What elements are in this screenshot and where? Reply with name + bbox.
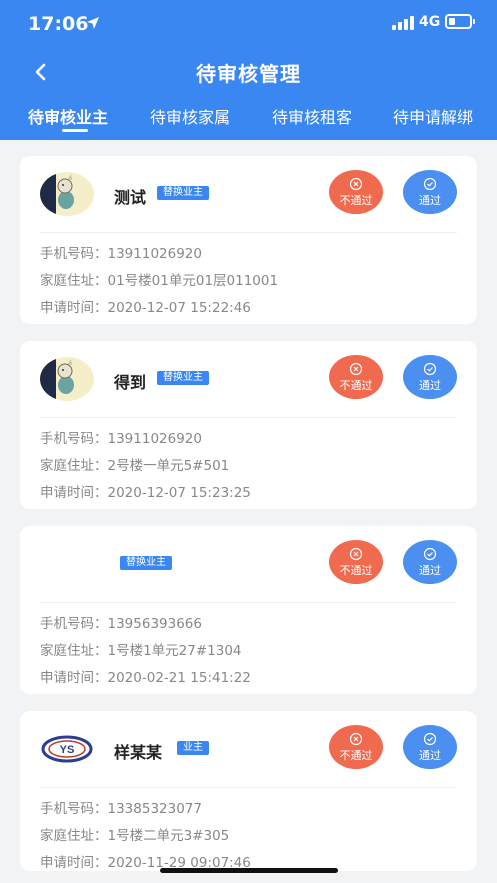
phone-value: 13385323077	[107, 801, 202, 817]
time-label: 申请时间：	[40, 300, 108, 316]
avatar	[40, 172, 94, 216]
address-row: 家庭住址：2号楼一单元5#501	[40, 454, 229, 474]
applicant-card: 得到 替换业主 不通过 通过 手机号码：13911026920 家庭住址：2号楼…	[20, 341, 477, 509]
phone-label: 手机号码：	[40, 801, 108, 817]
location-arrow-icon	[87, 17, 99, 29]
phone-label: 手机号码：	[40, 431, 108, 447]
tab-pending-family[interactable]: 待审核家属	[150, 104, 230, 128]
reject-icon	[349, 732, 363, 746]
applicant-card: YS 样某某 业主 不通过 通过 手机号码：13385323077 家庭住址：1…	[20, 711, 477, 871]
reject-button[interactable]: 不通过	[329, 170, 383, 214]
role-badge: 业主	[177, 741, 209, 755]
reject-icon	[349, 362, 363, 376]
address-row: 家庭住址：1号楼二单元3#305	[40, 824, 229, 844]
phone-value: 13911026920	[107, 246, 202, 262]
tab-pending-owners[interactable]: 待审核业主	[28, 104, 108, 128]
tab-pending-tenants[interactable]: 待审核租客	[272, 104, 352, 128]
approve-icon	[423, 362, 437, 376]
divider	[40, 787, 457, 788]
approve-icon	[423, 547, 437, 561]
approve-label: 通过	[419, 564, 441, 577]
role-badge: 替换业主	[157, 371, 209, 385]
time-row: 申请时间：2020-12-07 15:22:46	[40, 296, 251, 316]
reject-icon	[349, 177, 363, 191]
time-row: 申请时间：2020-02-21 15:41:22	[40, 666, 251, 686]
phone-label: 手机号码：	[40, 246, 108, 262]
home-indicator[interactable]	[160, 868, 338, 873]
time-value: 2020-02-21 15:41:22	[107, 670, 251, 686]
address-label: 家庭住址：	[40, 458, 108, 474]
time-label: 申请时间：	[40, 855, 108, 871]
approve-label: 通过	[419, 194, 441, 207]
address-label: 家庭住址：	[40, 828, 108, 844]
divider	[40, 417, 457, 418]
applicant-card: 测试 替换业主 不通过 通过 手机号码：13911026920 家庭住址：01号…	[20, 156, 477, 324]
address-row: 家庭住址：01号楼01单元01层011001	[40, 269, 278, 289]
role-badge: 替换业主	[120, 556, 172, 570]
app-header: 17:06 4G 待审核管理 待审核业主 待审核家属 待审核租客 待申请解绑	[0, 0, 497, 140]
phone-label: 手机号码：	[40, 616, 108, 632]
divider	[40, 232, 457, 233]
applicant-name: 样某某	[114, 743, 163, 762]
approve-button[interactable]: 通过	[403, 355, 457, 399]
time-label: 申请时间：	[40, 670, 108, 686]
signal-icon	[392, 16, 414, 30]
applicant-name: 测试	[114, 188, 147, 207]
address-label: 家庭住址：	[40, 273, 108, 289]
address-row: 家庭住址：1号楼1单元27#1304	[40, 639, 242, 659]
reject-button[interactable]: 不通过	[329, 355, 383, 399]
applicant-card: 替换业主 不通过 通过 手机号码：13956393666 家庭住址：1号楼1单元…	[20, 526, 477, 694]
role-badge: 替换业主	[157, 186, 209, 200]
time-label: 申请时间：	[40, 485, 108, 501]
divider	[40, 602, 457, 603]
network-type: 4G	[419, 14, 441, 30]
tab-bar: 待审核业主 待审核家属 待审核租客 待申请解绑	[0, 104, 497, 138]
approve-icon	[423, 177, 437, 191]
approve-label: 通过	[419, 379, 441, 392]
phone-row: 手机号码：13956393666	[40, 612, 202, 632]
approve-button[interactable]: 通过	[403, 170, 457, 214]
address-value: 2号楼一单元5#501	[107, 458, 230, 474]
status-bar: 17:06 4G	[0, 0, 497, 48]
phone-row: 手机号码：13385323077	[40, 797, 202, 817]
time-value: 2020-12-07 15:22:46	[107, 300, 251, 316]
battery-icon	[445, 14, 475, 29]
page-title: 待审核管理	[196, 62, 301, 86]
reject-button[interactable]: 不通过	[329, 540, 383, 584]
reject-label: 不通过	[339, 749, 373, 762]
approve-button[interactable]: 通过	[403, 725, 457, 769]
phone-row: 手机号码：13911026920	[40, 427, 202, 447]
approve-icon	[423, 732, 437, 746]
reject-label: 不通过	[339, 194, 373, 207]
reject-icon	[349, 547, 363, 561]
avatar	[40, 357, 94, 401]
address-value: 1号楼二单元3#305	[107, 828, 230, 844]
address-value: 01号楼01单元01层011001	[107, 273, 279, 289]
time-value: 2020-12-07 15:23:25	[107, 485, 251, 501]
reject-label: 不通过	[339, 379, 373, 392]
ys-logo-avatar: YS	[41, 735, 93, 763]
reject-label: 不通过	[339, 564, 373, 577]
active-tab-indicator	[62, 129, 88, 132]
phone-value: 13956393666	[107, 616, 202, 632]
phone-value: 13911026920	[107, 431, 202, 447]
address-value: 1号楼1单元27#1304	[107, 643, 242, 659]
status-time: 17:06	[28, 13, 89, 35]
approve-button[interactable]: 通过	[403, 540, 457, 584]
approve-label: 通过	[419, 749, 441, 762]
reject-button[interactable]: 不通过	[329, 725, 383, 769]
phone-row: 手机号码：13911026920	[40, 242, 202, 262]
address-label: 家庭住址：	[40, 643, 108, 659]
tab-pending-unbind[interactable]: 待申请解绑	[393, 104, 473, 128]
applicant-name: 得到	[114, 373, 147, 392]
ys-logo-text: YS	[60, 744, 75, 756]
time-row: 申请时间：2020-12-07 15:23:25	[40, 481, 251, 501]
